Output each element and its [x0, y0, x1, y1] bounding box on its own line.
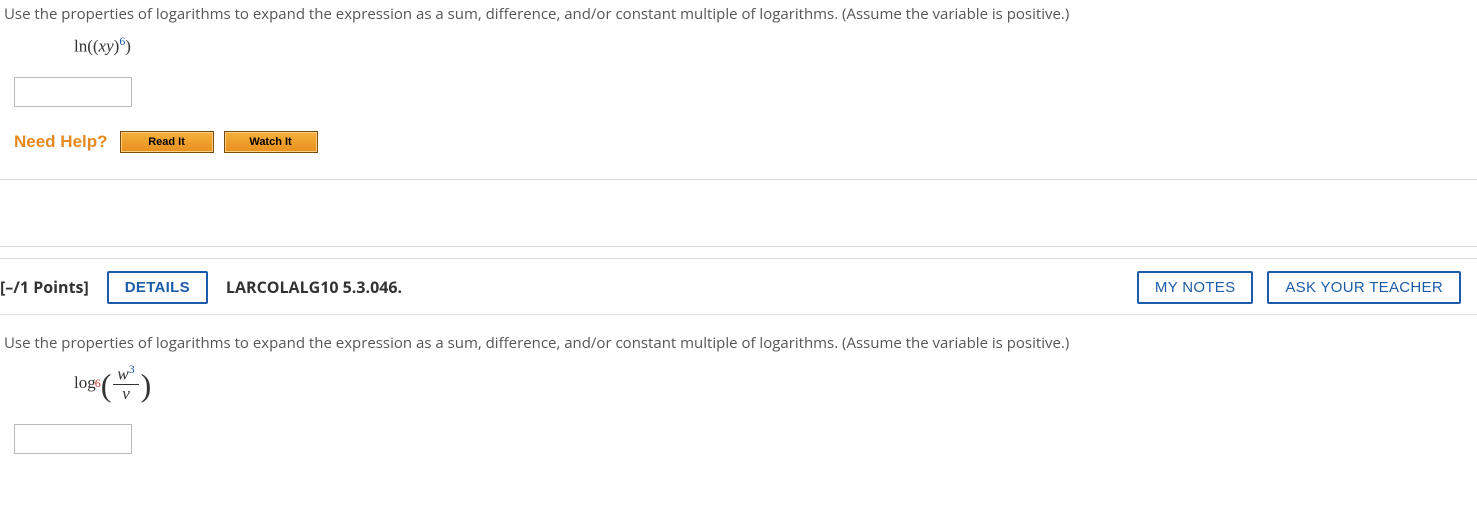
close-outer-paren: )	[125, 37, 131, 56]
log-label: log	[74, 373, 96, 393]
question-header-bar: [–/1 Points] DETAILS LARCOLALG10 5.3.046…	[0, 259, 1477, 315]
question-2-prompt: Use the properties of logarithms to expa…	[0, 333, 1477, 361]
question-1: Use the properties of logarithms to expa…	[0, 0, 1477, 179]
fraction-numerator: w3	[113, 363, 138, 385]
expr-var: xy	[99, 37, 114, 56]
ask-your-teacher-button[interactable]: ASK YOUR TEACHER	[1267, 271, 1461, 304]
question-1-prompt: Use the properties of logarithms to expa…	[0, 4, 1477, 32]
ln-prefix: ln((	[74, 37, 99, 56]
points-indicator: [–/1 Points]	[0, 276, 89, 298]
section-spacer	[0, 180, 1477, 246]
book-reference: LARCOLALG10 5.3.046.	[226, 276, 402, 298]
watch-it-button[interactable]: Watch It	[224, 131, 318, 153]
num-var: w	[117, 364, 128, 383]
question-2-expression: log6(w3v)	[0, 361, 1477, 420]
answer-input-2[interactable]	[14, 424, 132, 454]
fraction-denominator: v	[113, 385, 138, 404]
header-right-group: MY NOTES ASK YOUR TEACHER	[1137, 271, 1469, 304]
details-button[interactable]: DETAILS	[107, 271, 208, 304]
num-exp: 3	[129, 362, 135, 376]
question-2: Use the properties of logarithms to expa…	[0, 315, 1477, 474]
my-notes-button[interactable]: MY NOTES	[1137, 271, 1253, 304]
read-it-button[interactable]: Read It	[120, 131, 214, 153]
answer-input-1[interactable]	[14, 77, 132, 107]
fraction: w3v	[111, 363, 140, 404]
open-paren-icon: (	[101, 367, 112, 404]
question-1-expression: ln((xy)6)	[0, 32, 1477, 73]
help-row: Need Help? Read It Watch It	[0, 127, 1477, 179]
section-divider-double	[0, 246, 1477, 259]
need-help-label: Need Help?	[14, 132, 108, 152]
close-paren-icon: )	[141, 367, 152, 404]
